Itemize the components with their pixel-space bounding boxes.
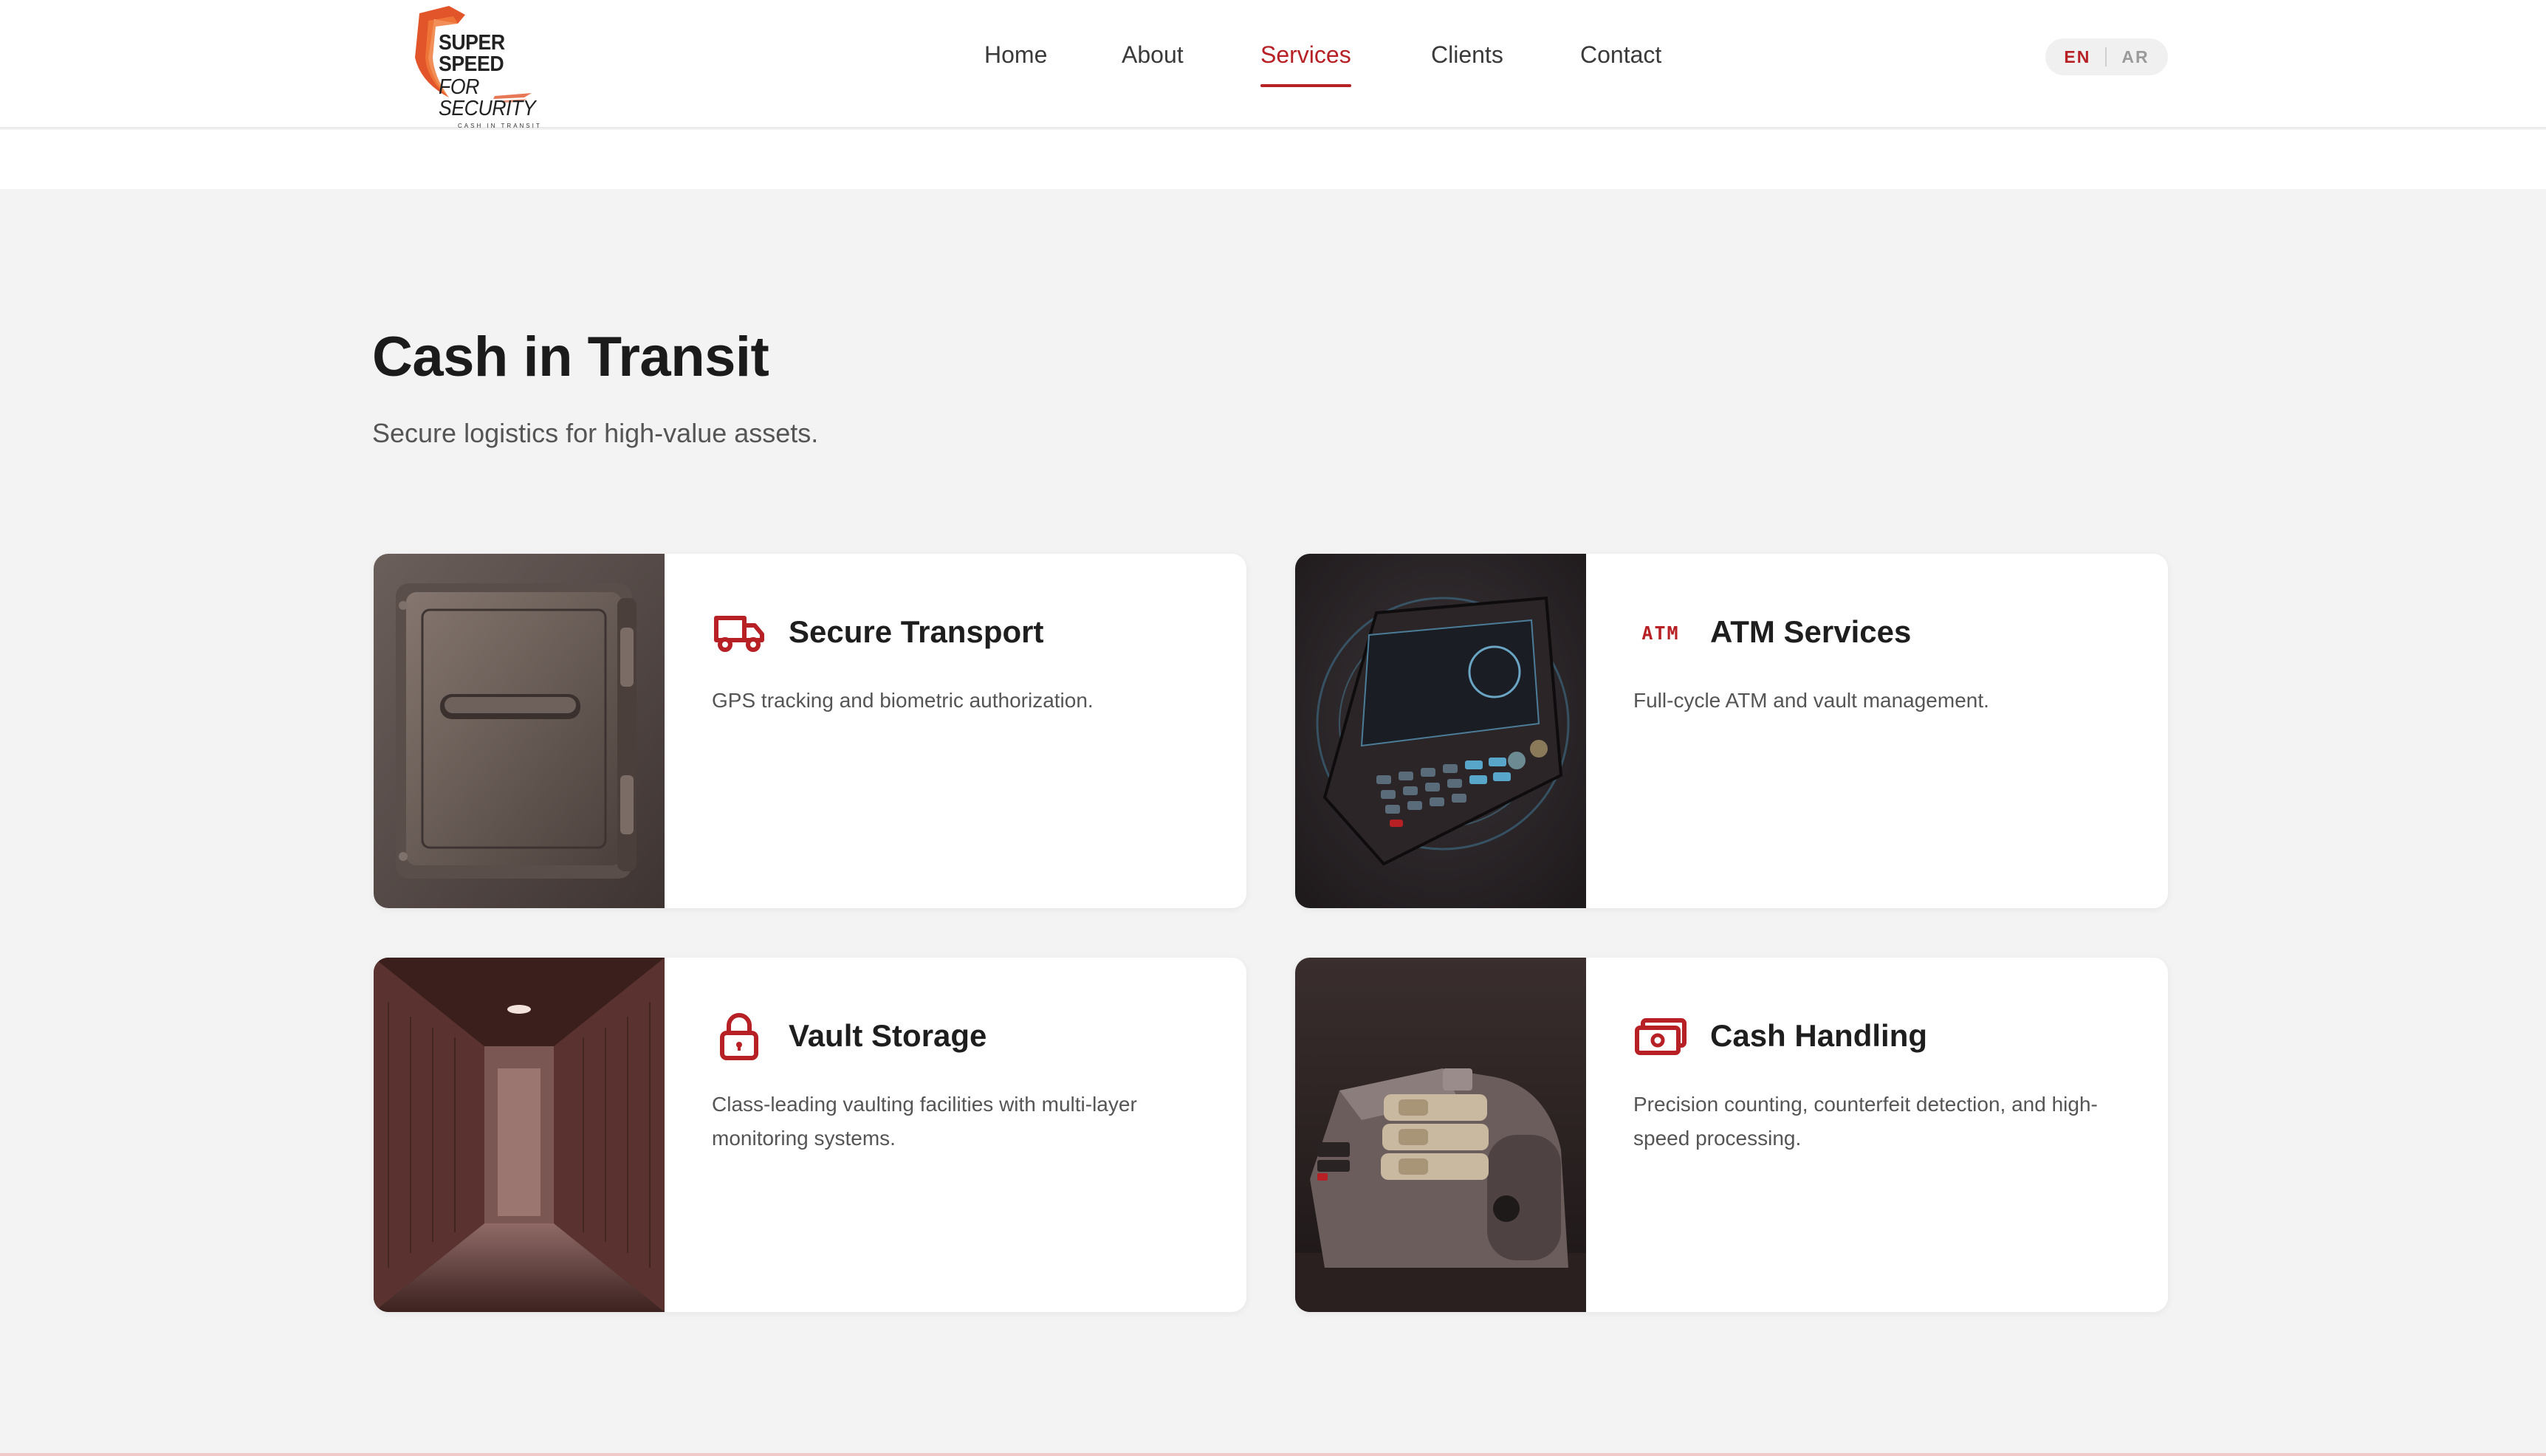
lock-icon — [712, 1009, 766, 1064]
lang-ar-button[interactable]: AR — [2121, 47, 2149, 67]
brand-logo[interactable]: SUPER SPEED FOR SECURITY CASH IN TRANSIT — [406, 6, 576, 129]
service-card-atm-services[interactable]: ATM ATM Services Full-cycle ATM and vaul… — [1295, 554, 2168, 908]
card-title: ATM Services — [1710, 614, 1912, 649]
site-header: SUPER SPEED FOR SECURITY CASH IN TRANSIT… — [0, 0, 2546, 129]
card-description: Precision counting, counterfeit detectio… — [1633, 1093, 2098, 1150]
lang-en-button[interactable]: EN — [2064, 47, 2090, 67]
card-title: Cash Handling — [1710, 1018, 1928, 1053]
nav-clients[interactable]: Clients — [1431, 41, 1503, 69]
service-card-cash-handling[interactable]: Cash Handling Precision counting, counte… — [1295, 958, 2168, 1312]
language-switcher: EN AR — [2045, 38, 2168, 75]
truck-icon — [712, 605, 766, 660]
header-spacer — [0, 130, 2546, 189]
nav-about[interactable]: About — [1122, 41, 1184, 69]
money-icon — [1633, 1009, 1688, 1064]
money-counter-image — [1295, 958, 1586, 1312]
lang-divider — [2105, 47, 2107, 66]
card-title: Secure Transport — [789, 614, 1044, 649]
service-card-secure-transport[interactable]: Secure Transport GPS tracking and biomet… — [374, 554, 1246, 908]
vault-door-image — [374, 554, 665, 908]
card-description: Class-leading vaulting facilities with m… — [712, 1093, 1137, 1150]
service-card-vault-storage[interactable]: Vault Storage Class-leading vaulting fac… — [374, 958, 1246, 1312]
nav-active-underline — [1260, 84, 1351, 87]
card-description: GPS tracking and biometric authorization… — [712, 689, 1094, 712]
card-title: Vault Storage — [789, 1018, 987, 1053]
atm-icon-text: ATM — [1641, 622, 1680, 644]
atm-keypad-image — [1295, 554, 1586, 908]
logo-line-2: FOR SECURITY — [439, 75, 536, 120]
logo-text: SUPER SPEED FOR SECURITY CASH IN TRANSIT — [439, 32, 576, 129]
card-description: Full-cycle ATM and vault management. — [1633, 689, 1989, 712]
footer-divider — [0, 1453, 2546, 1456]
page-subtitle: Secure logistics for high-value assets. — [372, 418, 819, 448]
nav-contact[interactable]: Contact — [1580, 41, 1661, 69]
nav-home[interactable]: Home — [984, 41, 1047, 69]
logo-line-3: CASH IN TRANSIT — [458, 123, 542, 129]
nav-services-label: Services — [1260, 41, 1351, 68]
nav-services[interactable]: Services — [1260, 41, 1351, 87]
page-title: Cash in Transit — [372, 326, 769, 388]
vault-corridor-image — [374, 958, 665, 1312]
atm-icon: ATM — [1633, 605, 1688, 660]
logo-line-1: SUPER SPEED — [439, 31, 505, 76]
